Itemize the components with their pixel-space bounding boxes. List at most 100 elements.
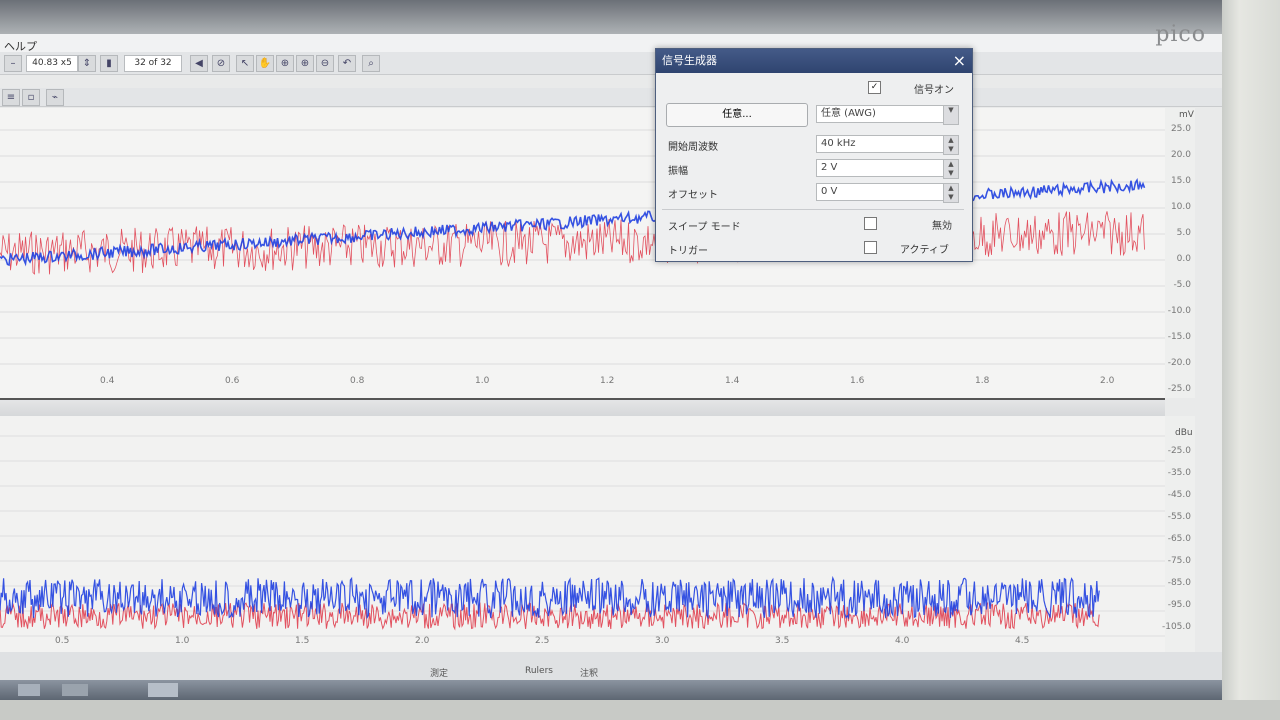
sweep-mode-checkbox[interactable]: [864, 217, 877, 230]
scope-y-tick: 10.0: [1170, 202, 1191, 212]
signal-generator-dialog: 信号生成器 × ✓ 信号オン 任意... 任意 (AWG) ▼ 開始周波数 40…: [655, 48, 973, 262]
sweep-mode-state: 無効: [932, 221, 952, 232]
spectrum-y-tick: -25.0: [1167, 446, 1191, 456]
spectrum-x-tick: 4.0: [895, 636, 910, 646]
taskbar: [0, 680, 1222, 700]
scope-x-tick: 1.2: [600, 376, 615, 386]
measure-icon[interactable]: ⌁: [46, 89, 64, 106]
scope-y-tick: 5.0: [1176, 228, 1191, 238]
status-notes[interactable]: 注釈: [580, 666, 598, 679]
monitor-screen: ヘルプ pico – 40.83 x5 ⇕ ▮ 32 of 32 ◀ ⊘ ↖ ✋…: [0, 0, 1222, 700]
scope-y-axis: mV 25.0 20.0 15.0 10.0 5.0 0.0 -5.0 -10.0 -15.0 -…: [1165, 108, 1195, 398]
zoom-out-icon[interactable]: –: [4, 55, 22, 72]
trigger-label: トリガー: [668, 246, 708, 257]
scope-y-tick: -5.0: [1173, 280, 1191, 290]
spectrum-y-tick: -45.0: [1167, 490, 1191, 500]
secondary-toolbar: ≡ ▫ ⌁: [0, 88, 1222, 107]
spin-icon[interactable]: ⇕: [78, 55, 96, 72]
spectrum-unit: dBu: [1175, 428, 1193, 438]
view-divider[interactable]: [0, 398, 1165, 418]
scope-y-tick: 20.0: [1170, 150, 1191, 160]
scope-y-tick: 0.0: [1176, 254, 1191, 264]
zoom-fit-icon[interactable]: ⌕: [362, 55, 380, 72]
spectrum-view[interactable]: 0.5 1.0 1.5 2.0 2.5 3.0 3.5 4.0 4.5: [0, 416, 1165, 652]
waveform-select[interactable]: 任意 (AWG): [816, 105, 952, 123]
waveform-buffer-icon[interactable]: ▮: [100, 55, 118, 72]
monitor-bezel: [1222, 0, 1280, 720]
picoscope-taskbar-icon[interactable]: [148, 683, 178, 697]
undo-zoom-icon[interactable]: ↶: [338, 55, 356, 72]
amplitude-field[interactable]: 2 V: [816, 159, 952, 177]
spectrum-x-tick: 2.0: [415, 636, 430, 646]
monitor-bezel-bottom: [0, 700, 1280, 720]
scope-x-tick: 1.0: [475, 376, 490, 386]
status-bar: 測定 Rulers 注釈: [0, 652, 1222, 680]
start-frequency-field[interactable]: 40 kHz: [816, 135, 952, 153]
scope-x-tick: 0.6: [225, 376, 240, 386]
scope-y-tick: 15.0: [1170, 176, 1191, 186]
spectrum-plot: [0, 435, 1165, 637]
chevron-down-icon[interactable]: ▼: [943, 105, 959, 125]
pico-logo: pico: [1155, 22, 1206, 47]
scope-x-tick: 2.0: [1100, 376, 1115, 386]
spectrum-y-tick: -55.0: [1167, 512, 1191, 522]
trigger-state: アクティブ: [900, 245, 949, 256]
amplitude-stepper[interactable]: ▲ ▼: [943, 159, 959, 179]
hand-icon[interactable]: ✋: [256, 55, 274, 72]
scope-x-tick: 1.8: [975, 376, 990, 386]
start-frequency-label: 開始周波数: [668, 142, 718, 153]
close-icon[interactable]: ×: [953, 49, 966, 73]
scope-plot: [0, 129, 1165, 365]
scope-y-tick: 25.0: [1170, 124, 1191, 134]
scope-x-tick: 1.4: [725, 376, 740, 386]
timebase-field[interactable]: 40.83 x5: [26, 55, 78, 72]
offset-label: オフセット: [668, 190, 718, 201]
scope-x-tick: 1.6: [850, 376, 865, 386]
spectrum-y-tick: -65.0: [1167, 534, 1191, 544]
menu-bar: ヘルプ: [0, 34, 1222, 54]
scope-x-tick: 0.4: [100, 376, 115, 386]
offset-field[interactable]: 0 V: [816, 183, 952, 201]
ruler-icon[interactable]: ≡: [2, 89, 20, 106]
spectrum-y-tick: -35.0: [1167, 468, 1191, 478]
scope-unit: mV: [1179, 110, 1194, 120]
spectrum-x-tick: 1.5: [295, 636, 310, 646]
scope-y-tick: -20.0: [1167, 358, 1191, 368]
spectrum-x-tick: 4.5: [1015, 636, 1030, 646]
capture-counter[interactable]: 32 of 32: [124, 55, 182, 72]
dialog-separator: [662, 209, 964, 210]
signal-on-checkbox[interactable]: ✓: [868, 81, 881, 94]
main-toolbar: – 40.83 x5 ⇕ ▮ 32 of 32 ◀ ⊘ ↖ ✋ ⊕ ⊕ ⊖ ↶ …: [0, 52, 1222, 75]
status-measure[interactable]: 測定: [430, 666, 448, 679]
spectrum-y-tick: -75.0: [1167, 556, 1191, 566]
status-rulers[interactable]: Rulers: [525, 666, 553, 676]
scope-y-tick: -25.0: [1167, 384, 1191, 394]
spectrum-x-tick: 3.0: [655, 636, 670, 646]
signal-on-label: 信号オン: [914, 85, 954, 96]
explorer-icon[interactable]: [62, 684, 88, 696]
amplitude-label: 振幅: [668, 166, 688, 177]
trigger-checkbox[interactable]: [864, 241, 877, 254]
zoom-out-alt-icon[interactable]: ⊖: [316, 55, 334, 72]
spectrum-x-tick: 2.5: [535, 636, 550, 646]
start-icon[interactable]: [18, 684, 40, 696]
spectrum-y-tick: -95.0: [1167, 600, 1191, 610]
compass-icon[interactable]: ⊘: [212, 55, 230, 72]
prev-icon[interactable]: ◀: [190, 55, 208, 72]
dialog-title-text: 信号生成器: [662, 54, 717, 67]
scope-x-tick: 0.8: [350, 376, 365, 386]
scope-view[interactable]: 0.4 0.6 0.8 1.0 1.2 1.4 1.6 1.8 2.0: [0, 108, 1165, 398]
select-pointer-icon[interactable]: ↖: [236, 55, 254, 72]
dialog-title: 信号生成器 ×: [656, 49, 972, 73]
spectrum-y-tick: -85.0: [1167, 578, 1191, 588]
zoom-in-icon[interactable]: ⊕: [276, 55, 294, 72]
spectrum-x-tick: 3.5: [775, 636, 790, 646]
scope-y-tick: -15.0: [1167, 332, 1191, 342]
offset-stepper[interactable]: ▲ ▼: [943, 183, 959, 203]
spectrum-x-tick: 0.5: [55, 636, 70, 646]
background-window: [0, 0, 1222, 34]
zoom-in-alt-icon[interactable]: ⊕: [296, 55, 314, 72]
spectrum-y-tick: -105.0: [1161, 622, 1191, 632]
start-frequency-stepper[interactable]: ▲ ▼: [943, 135, 959, 155]
channel-icon[interactable]: ▫: [22, 89, 40, 106]
